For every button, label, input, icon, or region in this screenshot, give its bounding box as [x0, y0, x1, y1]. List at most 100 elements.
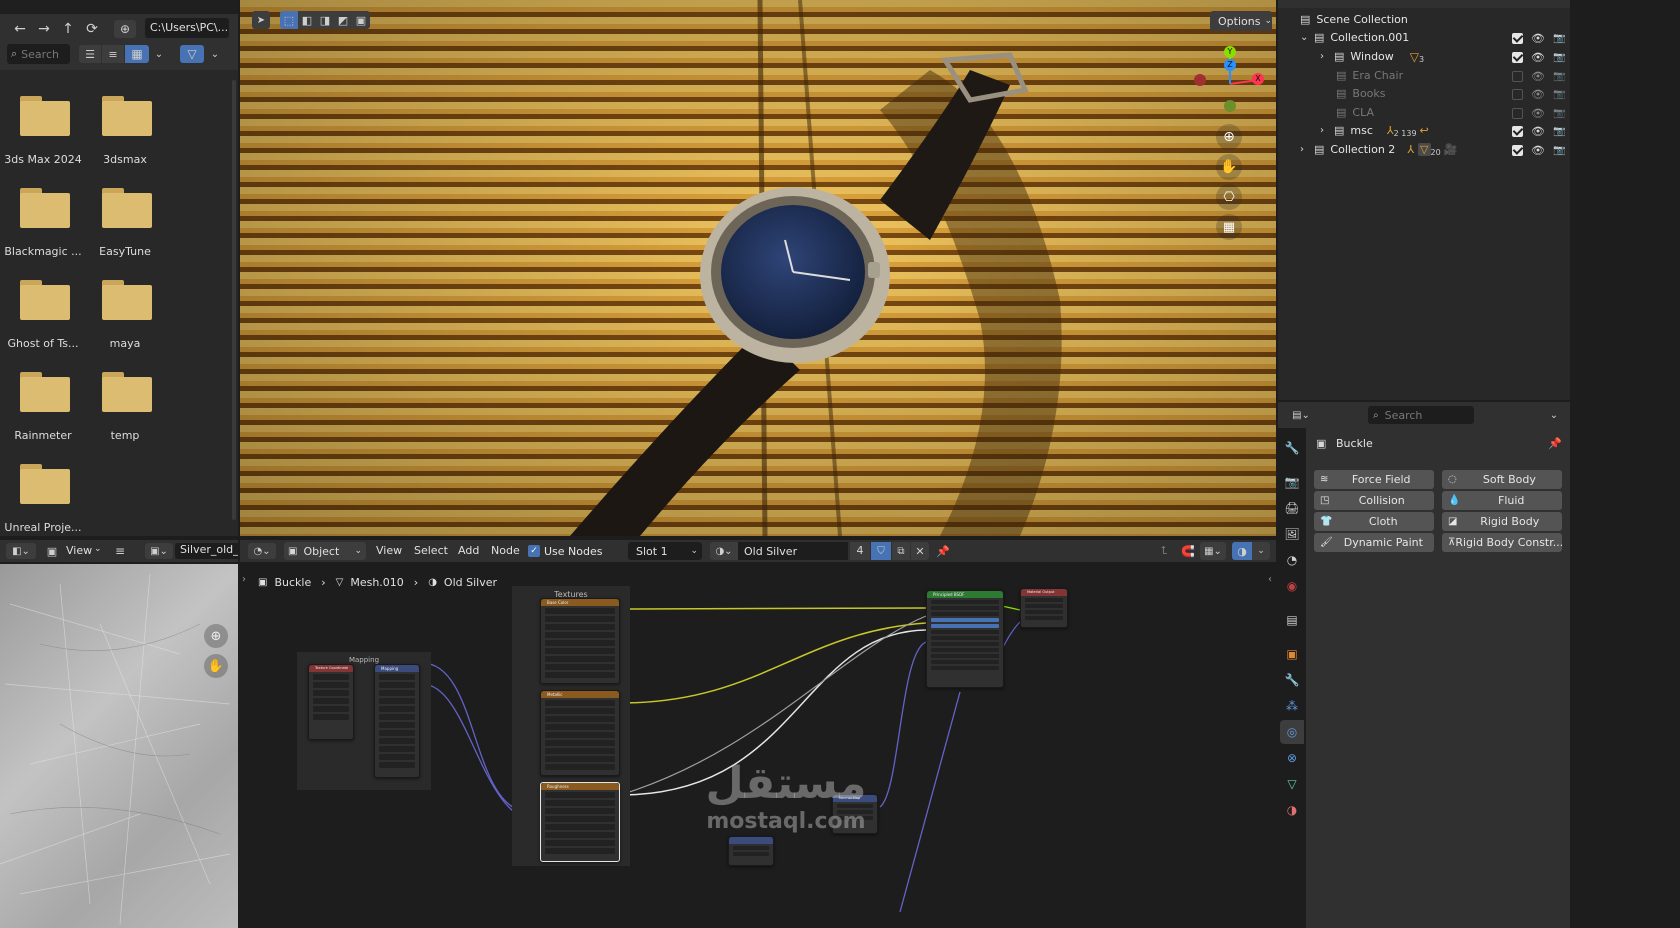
- select-subtract-icon[interactable]: ◨: [316, 11, 334, 29]
- duplicate-material-icon[interactable]: ⧉: [892, 542, 910, 560]
- fake-user-icon[interactable]: ⛉: [871, 542, 891, 560]
- new-folder-icon[interactable]: ⊕: [114, 20, 136, 38]
- filter-icon[interactable]: ▽: [180, 45, 204, 63]
- exclude-checkbox[interactable]: [1512, 52, 1523, 63]
- exclude-checkbox[interactable]: [1512, 71, 1523, 82]
- eye-icon[interactable]: 👁: [1531, 51, 1545, 64]
- render-camera-icon[interactable]: 📷: [1553, 52, 1565, 63]
- render-camera-icon[interactable]: 📷: [1553, 145, 1565, 156]
- folder-item[interactable]: temp: [82, 372, 168, 447]
- select-tool-icon[interactable]: ➤: [252, 11, 270, 29]
- eye-icon[interactable]: 👁: [1531, 144, 1545, 157]
- pin-icon[interactable]: 📌: [1548, 437, 1562, 450]
- expand-chevron-icon[interactable]: ›: [1300, 144, 1314, 155]
- exclude-checkbox[interactable]: [1512, 126, 1523, 137]
- perspective-toggle-icon[interactable]: ▦: [1216, 214, 1242, 240]
- tab-output-icon[interactable]: 🖨: [1282, 498, 1302, 518]
- navigation-gizmo[interactable]: Y Z X: [1190, 44, 1270, 124]
- zoom-icon[interactable]: ⊕: [1216, 124, 1242, 150]
- options-chevron-icon[interactable]: ⌄: [1546, 406, 1562, 424]
- render-camera-icon[interactable]: 📷: [1553, 89, 1565, 100]
- principled-bsdf-node[interactable]: Principled BSDF: [926, 590, 1004, 688]
- force-field-button[interactable]: ≋ Force Field: [1314, 470, 1434, 489]
- zoom-icon[interactable]: ⊕: [204, 624, 228, 648]
- folder-item[interactable]: Unreal Proje...: [0, 464, 86, 536]
- texture-coordinate-node[interactable]: Texture Coordinate: [308, 664, 354, 740]
- material-browse-icon[interactable]: ◑⌄: [710, 542, 738, 560]
- folder-item[interactable]: 3dsmax: [82, 96, 168, 171]
- menu-view[interactable]: View: [376, 544, 402, 557]
- tab-physics-icon[interactable]: ◎: [1280, 720, 1304, 744]
- tab-collection-icon[interactable]: ▤: [1282, 610, 1302, 630]
- object-mode-dropdown[interactable]: ▣ Object ⌄: [284, 542, 366, 560]
- folder-item[interactable]: 3ds Max 2024: [0, 96, 86, 171]
- tab-view-layer-icon[interactable]: 🖼: [1282, 524, 1302, 544]
- viewport-3d[interactable]: ➤ ⬚ ◧ ◨ ◩ ▣ Options ⌄ Y Z X ⊕ ✋ ⎔ ▦: [240, 0, 1276, 536]
- sidebar-toggle-icon[interactable]: ›: [242, 574, 246, 585]
- properties-search-field[interactable]: ⌕ Search: [1368, 406, 1474, 424]
- options-dropdown[interactable]: Options ⌄: [1210, 11, 1272, 31]
- parent-node-tree-icon[interactable]: ⮤: [1154, 542, 1174, 560]
- tab-tool-icon[interactable]: 🔧: [1282, 438, 1302, 458]
- render-camera-icon[interactable]: 📷: [1553, 71, 1565, 82]
- soft-body-button[interactable]: ◌ Soft Body: [1442, 470, 1562, 489]
- display-chevron-icon[interactable]: ⌄: [151, 45, 167, 63]
- tab-scene-icon[interactable]: ◔: [1282, 550, 1302, 570]
- collision-button[interactable]: ◳ Collision: [1314, 491, 1434, 510]
- forward-icon[interactable]: →: [34, 20, 54, 38]
- material-user-count[interactable]: 4: [850, 542, 870, 560]
- select-intersect-icon[interactable]: ▣: [352, 11, 370, 29]
- view-menu[interactable]: View: [66, 544, 92, 557]
- eye-icon[interactable]: 👁: [1531, 107, 1545, 120]
- tab-object-icon[interactable]: ▣: [1282, 644, 1302, 664]
- file-browser-scrollbar[interactable]: [232, 80, 236, 520]
- folder-item[interactable]: maya: [82, 280, 168, 355]
- material-output-node[interactable]: Material Output: [1020, 588, 1068, 628]
- select-box-icon[interactable]: ⬚: [280, 11, 298, 29]
- back-icon[interactable]: ←: [10, 20, 30, 38]
- menu-select[interactable]: Select: [414, 544, 448, 557]
- use-nodes-checkbox[interactable]: ✓ Use Nodes: [528, 544, 603, 558]
- tab-render-icon[interactable]: 📷: [1282, 472, 1302, 492]
- image-name-field[interactable]: Silver_old_F: [175, 543, 238, 559]
- pan-hand-icon[interactable]: ✋: [204, 654, 228, 678]
- base-color-texture-node[interactable]: Base Color: [540, 598, 620, 684]
- cloth-button[interactable]: 👕 Cloth: [1314, 512, 1434, 531]
- tab-world-icon[interactable]: ◉: [1282, 576, 1302, 596]
- path-field[interactable]: C:\Users\PC\...: [145, 18, 229, 38]
- parent-directory-icon[interactable]: ↑: [58, 20, 78, 38]
- eye-icon[interactable]: 👁: [1531, 88, 1545, 101]
- filter-chevron-icon[interactable]: ⌄: [207, 45, 223, 63]
- folder-item[interactable]: Ghost of Ts...: [0, 280, 86, 355]
- tab-data-icon[interactable]: ▽: [1282, 774, 1302, 794]
- snap-target-icon[interactable]: ▦⌄: [1200, 542, 1226, 560]
- tab-material-icon[interactable]: ◑: [1282, 800, 1302, 820]
- exclude-checkbox[interactable]: [1512, 33, 1523, 44]
- image-mode-icon[interactable]: ▣: [44, 543, 60, 559]
- select-extend-icon[interactable]: ◧: [298, 11, 316, 29]
- rigid-body-constraint-button[interactable]: ⊼ Rigid Body Constr...: [1442, 533, 1562, 552]
- snap-icon[interactable]: 🧲: [1178, 542, 1198, 560]
- expand-chevron-icon[interactable]: ›: [1320, 51, 1334, 62]
- metallic-texture-node[interactable]: Metallic: [540, 690, 620, 776]
- tab-constraints-icon[interactable]: ⊗: [1282, 748, 1302, 768]
- refresh-icon[interactable]: ⟳: [82, 20, 102, 38]
- folder-item[interactable]: Rainmeter: [0, 372, 86, 447]
- camera-view-icon[interactable]: ⎔: [1216, 184, 1242, 210]
- mapping-node[interactable]: Mapping: [374, 664, 420, 778]
- image-canvas[interactable]: ⊕ ✋: [0, 564, 238, 928]
- render-camera-icon[interactable]: 📷: [1553, 33, 1565, 44]
- editor-type-icon[interactable]: ◧⌄: [6, 543, 36, 559]
- outliner-row-scene-collection[interactable]: ▤ Scene Collection: [1278, 10, 1570, 29]
- tab-modifiers-icon[interactable]: 🔧: [1282, 670, 1302, 690]
- hamburger-menu-icon[interactable]: ≡: [112, 543, 128, 559]
- editor-type-icon[interactable]: ▤⌄: [1288, 406, 1314, 424]
- search-field[interactable]: ⌕ Search: [7, 44, 70, 64]
- vertical-list-icon[interactable]: ☰: [79, 45, 101, 63]
- pan-hand-icon[interactable]: ✋: [1216, 154, 1242, 180]
- dynamic-paint-button[interactable]: 🖌 Dynamic Paint: [1314, 533, 1434, 552]
- render-camera-icon[interactable]: 📷: [1553, 108, 1565, 119]
- exclude-checkbox[interactable]: [1512, 89, 1523, 100]
- sidebar-toggle-right-icon[interactable]: ‹: [1268, 574, 1272, 585]
- tab-particles-icon[interactable]: ⁂: [1282, 696, 1302, 716]
